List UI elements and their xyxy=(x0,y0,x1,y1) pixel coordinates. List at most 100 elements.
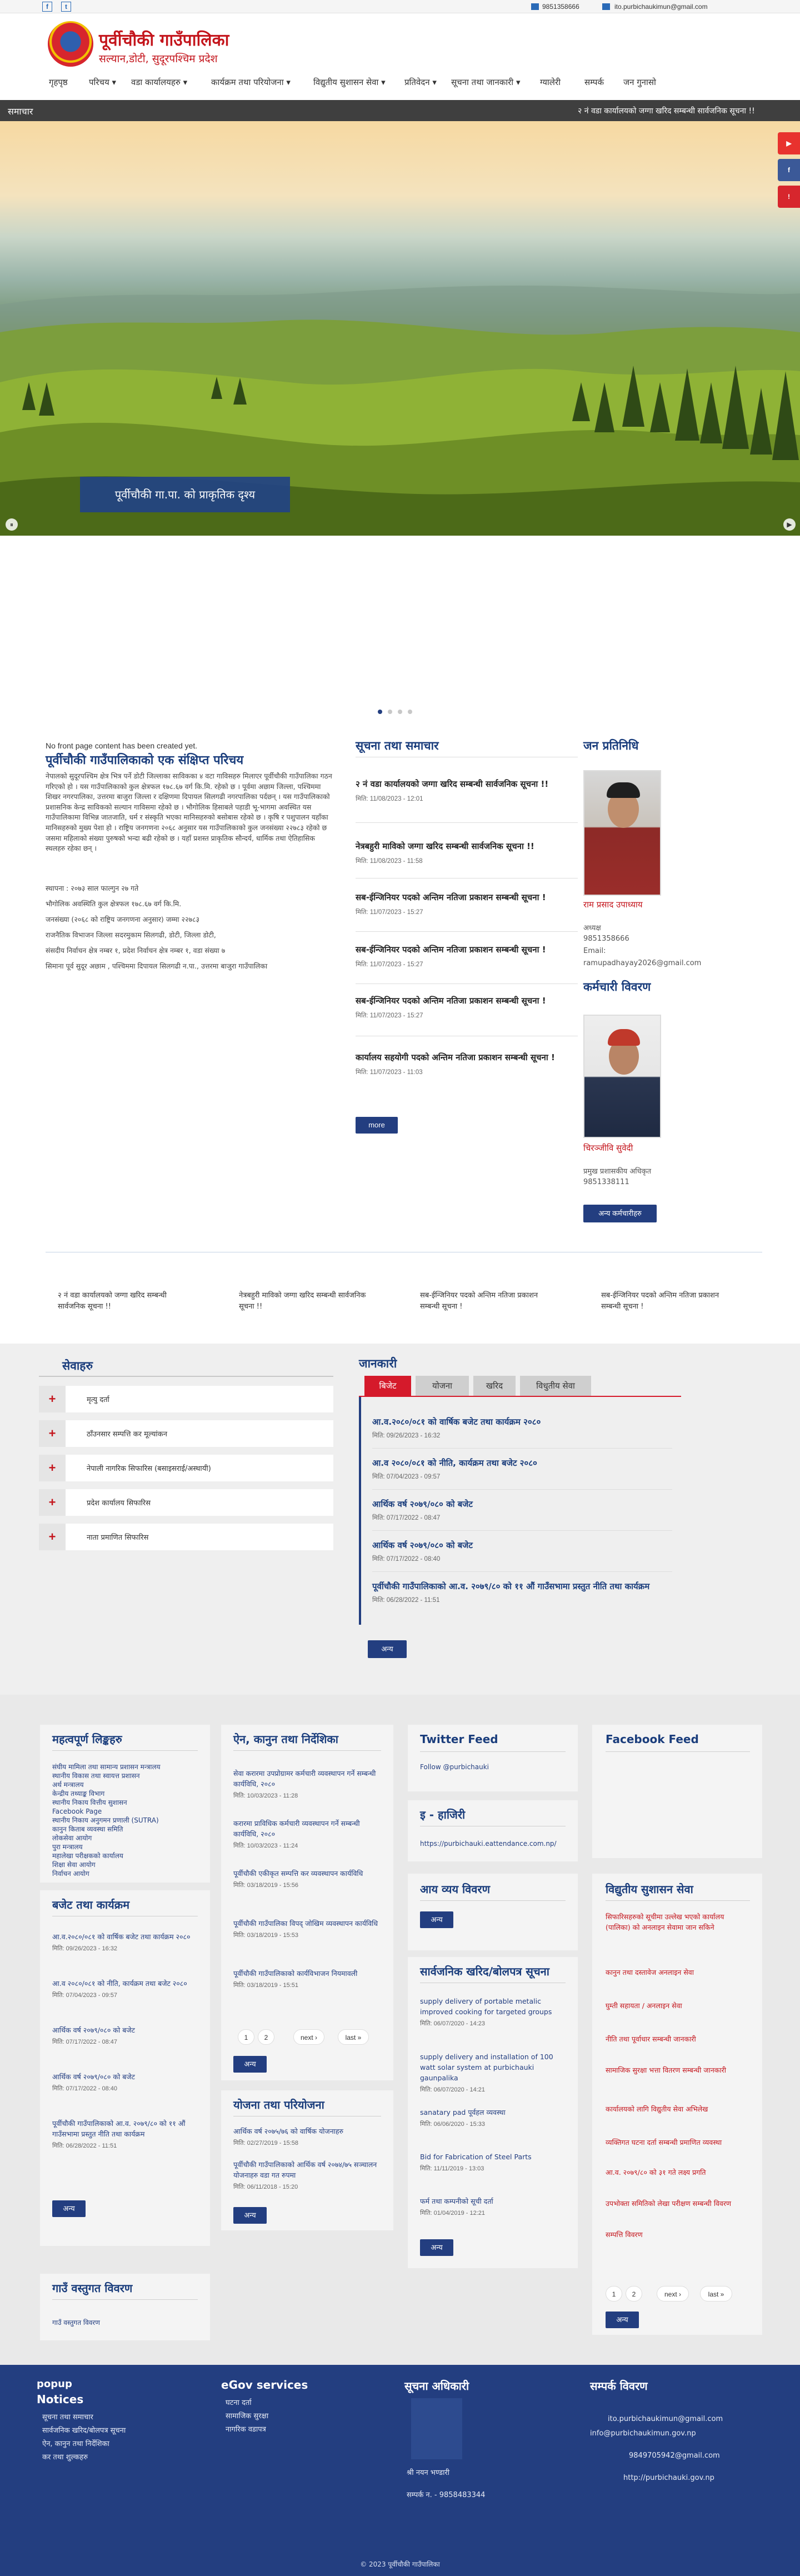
procurement-item-title[interactable]: sanatary pad पूर्वहल व्यवस्था xyxy=(420,2107,566,2118)
budget-item-title[interactable]: आर्थिक वर्ष २०७९/०८० को बजेट xyxy=(52,2071,198,2082)
representative-name[interactable]: राम प्रसाद उपाध्याय xyxy=(583,899,643,910)
link-item[interactable]: निर्वाचन आयोग xyxy=(52,1869,89,1878)
nav-gallery[interactable]: ग्यालेरी xyxy=(540,77,561,88)
procurement-item[interactable]: sanatary pad पूर्वहल व्यवस्था मिति: 06/06… xyxy=(420,2107,566,2128)
pager-next[interactable]: next › xyxy=(657,2286,689,2302)
link-item[interactable]: संघीय मामिला तथा सामान्य प्रशासन मन्त्रा… xyxy=(52,1763,161,1771)
egov-item-title[interactable]: कानुन तथा दस्तावेज अनलाइन सेवा xyxy=(606,1967,750,1978)
news-item[interactable]: सब-ईन्जिनियर पदको अन्तिम नतिजा प्रकाशन स… xyxy=(356,891,578,916)
law-item[interactable]: करारमा प्राविधिक कर्मचारी व्यवस्थापन गर्… xyxy=(233,1818,381,1850)
top-email[interactable]: ito.purbichaukimun@gmail.com xyxy=(614,3,708,11)
budget-item[interactable]: आ.व.२०८०/०८१ को वार्षिक बजेट तथा कार्यक्… xyxy=(52,1931,198,1953)
facebook-side-icon[interactable]: f xyxy=(778,159,800,181)
egov-item[interactable]: सामाजिक सुरक्षा भत्ता वितरण सम्बन्धी जान… xyxy=(606,2065,750,2075)
egov-item[interactable]: घुम्ती सहायता / अनलाइन सेवा xyxy=(606,2000,750,2011)
pager-page-1[interactable]: 1 xyxy=(238,2029,254,2045)
service-label[interactable]: ठाँउनसार सम्पत्ति कर मूल्यांकन xyxy=(87,1429,167,1439)
egov-item[interactable]: उपभोक्ता समितिको लेखा परीक्षण सम्बन्धी व… xyxy=(606,2198,750,2209)
procurement-item[interactable]: supply delivery of portable metalic impr… xyxy=(420,1996,566,2028)
plus-icon[interactable]: + xyxy=(39,1386,66,1412)
link-item[interactable]: स्थानीय विकास तथा स्वायत्त प्रशासन xyxy=(52,1771,140,1780)
procurement-item[interactable]: फर्म तथा कम्पनीको सूची दर्ता मिति: 01/04/… xyxy=(420,2196,566,2217)
footer-contact-line[interactable]: http://purbichauki.gov.np xyxy=(623,2474,714,2482)
service-item[interactable]: + प्रदेश कार्यालय सिफारिस xyxy=(39,1489,333,1516)
info-item[interactable]: आ.व २०८०/०८१ को नीति, कार्यक्रम तथा बजेट… xyxy=(372,1457,672,1481)
link-item[interactable]: Facebook Page xyxy=(52,1807,102,1816)
assets-link[interactable]: गाउँ वस्तुगत विवरण xyxy=(52,2318,100,2327)
info-title[interactable]: आ.व.२०८०/०८१ को वार्षिक बजेट तथा कार्यक्… xyxy=(372,1416,672,1428)
twitter-icon[interactable]: t xyxy=(61,2,71,12)
egov-item[interactable]: कार्यालयको लागि विद्युतीय सेवा अभिलेख xyxy=(606,2104,750,2114)
news-title[interactable]: कार्यालय सहयोगी पदको अन्तिम नतिजा प्रकाश… xyxy=(356,1051,578,1064)
link-item[interactable]: लोकसेवा आयोग xyxy=(52,1834,92,1843)
slider-play-icon[interactable]: ▶ xyxy=(783,518,796,531)
facebook-icon[interactable]: f xyxy=(42,2,52,12)
budget-item[interactable]: आर्थिक वर्ष २०७९/०८० को बजेट मिति: 07/17/… xyxy=(52,2025,198,2046)
footer-link[interactable]: नागरिक वडापत्र xyxy=(226,2424,266,2434)
procurement-more-button[interactable]: अन्य xyxy=(420,2239,453,2256)
procurement-item[interactable]: Bid for Fabrication of Steel Parts मिति: … xyxy=(420,2151,566,2173)
link-item[interactable]: अर्थ मन्त्रालय xyxy=(52,1780,84,1789)
procurement-item-title[interactable]: supply delivery of portable metalic impr… xyxy=(420,1996,566,2017)
footer-contact-line[interactable]: ito.purbichaukimun@gmail.com xyxy=(608,2415,723,2423)
info-title[interactable]: पूर्वीचौकी गाउँपालिकाको आ.व. २०७९/८० को … xyxy=(372,1580,672,1592)
egov-item-title[interactable]: सम्पत्ति विवरण xyxy=(606,2229,750,2240)
law-item[interactable]: पूर्वीचौकी गाउँपालिका विपद् जोखिम व्यवस्… xyxy=(233,1918,381,1939)
footer-link[interactable]: घटना दर्ता xyxy=(226,2397,252,2407)
info-title[interactable]: आ.व २०८०/०८१ को नीति, कार्यक्रम तथा बजेट… xyxy=(372,1457,672,1469)
tab-egov[interactable]: विधुतीय सेवा xyxy=(520,1376,591,1396)
strip-notice[interactable]: सब-ईन्जिनियर पदको अन्तिम नतिजा प्रकाशन स… xyxy=(601,1290,729,1312)
budget-item-title[interactable]: आ.व २०८०/०८१ को नीति, कार्यक्रम तथा बजेट… xyxy=(52,1978,198,1989)
strip-notice[interactable]: २ नं वडा कार्यालयको जग्गा खरिद सम्बन्धी … xyxy=(58,1290,186,1312)
tab-plans[interactable]: योजना xyxy=(416,1376,469,1396)
nav-reports[interactable]: प्रतिवेदन ▾ xyxy=(404,77,437,88)
budget-item-title[interactable]: आ.व.२०८०/०८१ को वार्षिक बजेट तथा कार्यक्… xyxy=(52,1931,198,1942)
egov-item-title[interactable]: उपभोक्ता समितिको लेखा परीक्षण सम्बन्धी व… xyxy=(606,2198,750,2209)
link-item[interactable]: स्थानीय निकाय वित्तीय सुशासन xyxy=(52,1798,127,1807)
link-item[interactable]: स्थानीय निकाय अनुगमन प्रणाली (SUTRA) xyxy=(52,1816,159,1825)
footer-link[interactable]: कर तथा शुल्कहरु xyxy=(42,2452,88,2462)
service-label[interactable]: मृत्यु दर्ता xyxy=(87,1394,109,1404)
law-item-title[interactable]: सेवा करारमा उपप्रोग्रामर कर्मचारी व्यवस्… xyxy=(233,1768,381,1789)
slider-pause-icon[interactable]: ⏸ xyxy=(6,518,18,531)
nav-contact[interactable]: सम्पर्क xyxy=(584,77,604,88)
news-title[interactable]: २ नं वडा कार्यालयको जग्गा खरिद सम्बन्धी … xyxy=(356,778,578,790)
egov-item-title[interactable]: सिफारिसहरुको सूचीमा उल्लेख भएको कार्यालय… xyxy=(606,1911,750,1933)
law-item-title[interactable]: करारमा प्राविधिक कर्मचारी व्यवस्थापन गर्… xyxy=(233,1818,381,1839)
strip-notice[interactable]: सब-ईन्जिनियर पदको अन्तिम नतिजा प्रकाशन स… xyxy=(420,1290,548,1312)
nav-notices[interactable]: सूचना तथा जानकारी ▾ xyxy=(451,77,521,88)
link-item[interactable]: महालेखा परीक्षकको कार्यालय xyxy=(52,1851,123,1860)
info-item[interactable]: आर्थिक वर्ष २०७९/०८० को बजेट मिति: 07/17/… xyxy=(372,1498,672,1522)
plus-icon[interactable]: + xyxy=(39,1489,66,1516)
info-item[interactable]: आर्थिक वर्ष २०७९/०८० को बजेट मिति: 07/17/… xyxy=(372,1539,672,1563)
egov-item[interactable]: सम्पत्ति विवरण xyxy=(606,2229,750,2240)
law-item-title[interactable]: पूर्वीचौकी एकीकृत सम्पत्ति कर व्यवस्थापन… xyxy=(233,1868,381,1879)
link-item[interactable]: पुरा मन्त्रालय xyxy=(52,1843,83,1851)
egov-item-title[interactable]: सामाजिक सुरक्षा भत्ता वितरण सम्बन्धी जान… xyxy=(606,2065,750,2075)
alert-icon[interactable]: ! xyxy=(778,186,800,208)
service-label[interactable]: नेपाली नागरिक सिफारिस (बसाइसराई/अस्थायी) xyxy=(87,1463,211,1473)
link-item[interactable]: केन्द्रीय तथ्याङ्क विभाग xyxy=(52,1789,104,1798)
news-item[interactable]: सब-ईन्जिनियर पदको अन्तिम नतिजा प्रकाशन स… xyxy=(356,943,578,969)
law-item[interactable]: पूर्वीचौकी एकीकृत सम्पत्ति कर व्यवस्थापन… xyxy=(233,1868,381,1889)
procurement-item-title[interactable]: फर्म तथा कम्पनीको सूची दर्ता xyxy=(420,2196,566,2206)
egov-item-title[interactable]: नीति तथा पूर्वाधार सम्बन्धी जानकारी xyxy=(606,2034,750,2044)
news-item[interactable]: २ नं वडा कार्यालयको जग्गा खरिद सम्बन्धी … xyxy=(356,778,578,803)
youtube-icon[interactable]: ▶ xyxy=(778,132,800,154)
law-item-title[interactable]: पूर्वीचौकी गाउँपालिकाको कार्यविभाजन नियम… xyxy=(233,1968,381,1979)
service-label[interactable]: प्रदेश कार्यालय सिफारिस xyxy=(87,1497,151,1507)
pager-page-2[interactable]: 2 xyxy=(258,2029,274,2045)
slider-dot-1[interactable] xyxy=(378,710,382,714)
plans-item[interactable]: पूर्वीचौकी गाउँपालिकाको आर्थिक वर्ष २०७४… xyxy=(233,2159,381,2191)
tab-procurement[interactable]: खरिद xyxy=(473,1376,516,1396)
nav-introduction[interactable]: परिचय ▾ xyxy=(89,77,116,88)
procurement-item[interactable]: supply delivery and installation of 100 … xyxy=(420,2051,566,2094)
intro-title[interactable]: पूर्वीचौकी गाउँपालिकाको एक संक्षिप्त परि… xyxy=(46,751,243,768)
news-more-button[interactable]: more xyxy=(356,1117,398,1134)
pager-page-1[interactable]: 1 xyxy=(606,2286,622,2302)
law-more-button[interactable]: अन्य xyxy=(233,2056,267,2073)
nepal-emblem-logo[interactable] xyxy=(48,21,93,67)
strip-notice[interactable]: नेत्रबहुरी माविको जग्गा खरिद सम्बन्धी सा… xyxy=(239,1290,367,1312)
news-title[interactable]: सब-ईन्जिनियर पदको अन्तिम नतिजा प्रकाशन स… xyxy=(356,995,578,1007)
twitter-follow-link[interactable]: Follow @purbichauki xyxy=(420,1763,489,1771)
